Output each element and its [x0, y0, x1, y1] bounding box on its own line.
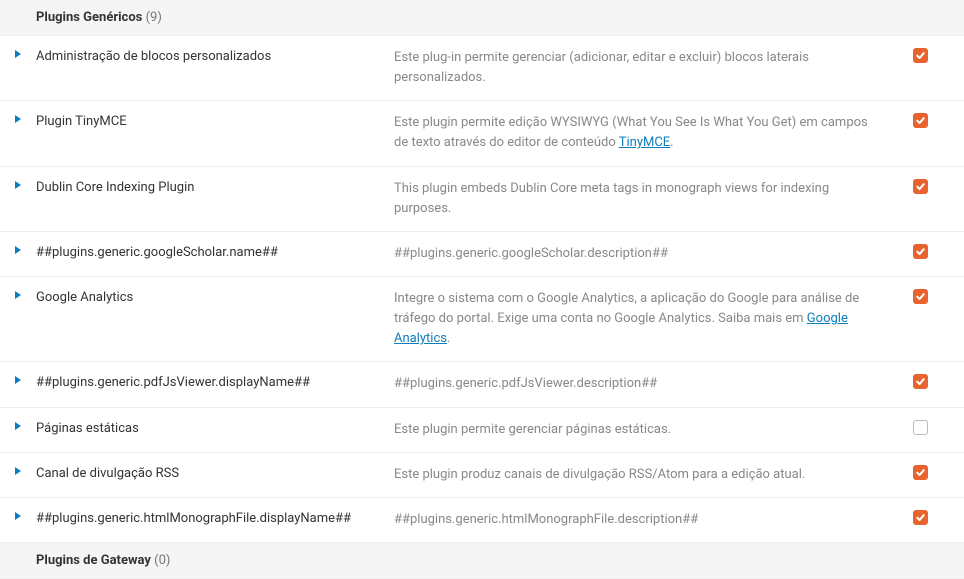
caret-right-icon: [15, 246, 21, 254]
caret-right-icon: [15, 376, 21, 384]
caret-right-icon: [15, 181, 21, 189]
section-count: (9): [146, 10, 162, 25]
caret-right-icon: [15, 115, 21, 123]
expand-toggle[interactable]: [0, 510, 36, 520]
plugin-description: Este plug-in permite gerenciar (adiciona…: [394, 48, 890, 88]
plugin-description: Integre o sistema com o Google Analytics…: [394, 289, 890, 349]
plugin-name[interactable]: Canal de divulgação RSS: [36, 465, 394, 484]
section-title: Plugins de Gateway: [36, 553, 151, 568]
plugin-row: Canal de divulgação RSSEste plugin produ…: [0, 453, 964, 498]
expand-toggle[interactable]: [0, 113, 36, 123]
plugin-description: Este plugin permite gerenciar páginas es…: [394, 420, 890, 440]
plugin-name[interactable]: Administração de blocos personalizados: [36, 48, 394, 67]
expand-toggle[interactable]: [0, 420, 36, 430]
expand-toggle[interactable]: [0, 465, 36, 475]
caret-right-icon: [15, 50, 21, 58]
enable-checkbox[interactable]: [913, 289, 928, 304]
caret-right-icon: [15, 291, 21, 299]
plugin-description: ##plugins.generic.pdfJsViewer.descriptio…: [394, 374, 890, 394]
plugin-description: Este plugin produz canais de divulgação …: [394, 465, 890, 485]
enable-checkbox[interactable]: [913, 244, 928, 259]
expand-toggle[interactable]: [0, 374, 36, 384]
section-title: Plugins Genéricos: [36, 10, 142, 25]
enable-checkbox[interactable]: [913, 374, 928, 389]
plugin-row: Dublin Core Indexing PluginThis plugin e…: [0, 167, 964, 232]
plugin-name[interactable]: ##plugins.generic.pdfJsViewer.displayNam…: [36, 374, 394, 393]
plugin-name[interactable]: Dublin Core Indexing Plugin: [36, 179, 394, 198]
plugin-row: ##plugins.generic.googleScholar.name####…: [0, 232, 964, 277]
enable-checkbox[interactable]: [913, 48, 928, 63]
caret-right-icon: [15, 422, 21, 430]
caret-right-icon: [15, 467, 21, 475]
plugin-description: ##plugins.generic.googleScholar.descript…: [394, 244, 890, 264]
caret-right-icon: [15, 512, 21, 520]
plugin-row: Google AnalyticsIntegre o sistema com o …: [0, 277, 964, 362]
plugin-row: ##plugins.generic.htmlMonographFile.disp…: [0, 498, 964, 543]
enable-checkbox[interactable]: [913, 510, 928, 525]
expand-toggle[interactable]: [0, 48, 36, 58]
plugin-row: ##plugins.generic.pdfJsViewer.displayNam…: [0, 362, 964, 407]
plugin-description: ##plugins.generic.htmlMonographFile.desc…: [394, 510, 890, 530]
description-link[interactable]: TinyMCE: [619, 135, 670, 150]
plugin-description: Este plugin permite edição WYSIWYG (What…: [394, 113, 890, 153]
expand-toggle[interactable]: [0, 289, 36, 299]
plugin-row: Páginas estáticasEste plugin permite ger…: [0, 408, 964, 453]
plugin-description: This plugin embeds Dublin Core meta tags…: [394, 179, 890, 219]
plugin-name[interactable]: ##plugins.generic.googleScholar.name##: [36, 244, 394, 263]
enable-checkbox[interactable]: [913, 420, 928, 435]
plugin-name[interactable]: Google Analytics: [36, 289, 394, 308]
section-header: Plugins de Gateway (0): [0, 543, 964, 579]
expand-toggle[interactable]: [0, 244, 36, 254]
enable-checkbox[interactable]: [913, 113, 928, 128]
plugin-name[interactable]: ##plugins.generic.htmlMonographFile.disp…: [36, 510, 394, 529]
expand-toggle[interactable]: [0, 179, 36, 189]
section-header: Plugins Genéricos (9): [0, 0, 964, 36]
plugin-name[interactable]: Plugin TinyMCE: [36, 113, 394, 132]
enable-checkbox[interactable]: [913, 465, 928, 480]
plugin-name[interactable]: Páginas estáticas: [36, 420, 394, 439]
enable-checkbox[interactable]: [913, 179, 928, 194]
description-link[interactable]: Google Analytics: [394, 311, 848, 346]
section-count: (0): [154, 553, 170, 568]
plugin-row: Administração de blocos personalizadosEs…: [0, 36, 964, 101]
plugin-row: Plugin TinyMCEEste plugin permite edição…: [0, 101, 964, 166]
